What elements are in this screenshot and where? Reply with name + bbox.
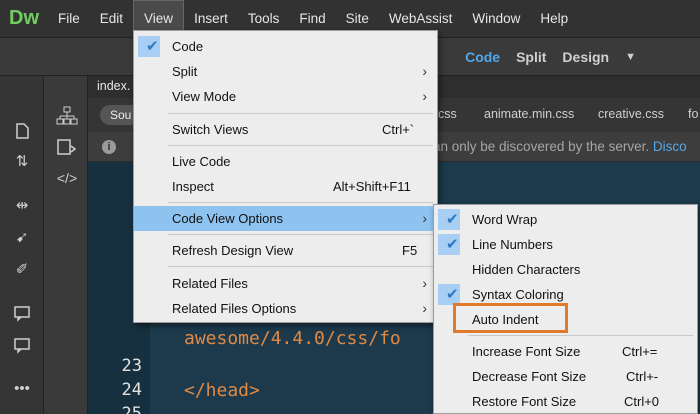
menu-window[interactable]: Window: [462, 0, 530, 38]
checkmark-icon: ✔: [446, 211, 459, 228]
option-decrease-font-size[interactable]: Decrease Font Size Ctrl+-: [434, 364, 697, 389]
view-menu: ✔ Code Split › View Mode › Switch Views …: [133, 30, 438, 323]
view-menu-live-code[interactable]: Live Code: [134, 149, 437, 174]
option-increase-font-size[interactable]: Increase Font Size Ctrl+=: [434, 339, 697, 364]
code-tag-icon[interactable]: </>: [56, 170, 78, 192]
comment-icon[interactable]: [12, 304, 32, 324]
file-tab-fo[interactable]: fo: [688, 107, 698, 121]
view-menu-related-files-options[interactable]: Related Files Options ›: [134, 296, 437, 321]
wand-icon[interactable]: ✐: [12, 260, 32, 280]
menu-shortcut: Alt+Shift+F11: [333, 179, 411, 194]
chevron-right-icon: ›: [422, 300, 427, 316]
menu-item-label: Code View Options: [172, 211, 284, 226]
arrows-icon[interactable]: ⇹: [12, 196, 32, 216]
option-line-numbers[interactable]: ✔ Line Numbers: [434, 232, 697, 257]
line-number: 23: [121, 356, 142, 376]
app-logo: Dw: [9, 7, 39, 29]
menu-separator: [468, 335, 693, 336]
info-link[interactable]: Disco: [653, 139, 687, 154]
info-text: an only be discovered by the server.: [433, 139, 650, 154]
chevron-right-icon: ›: [422, 88, 427, 104]
code-line: </head>: [184, 380, 260, 401]
chevron-right-icon: ›: [422, 210, 427, 226]
select-icon[interactable]: ➹: [12, 228, 32, 248]
menu-item-label: Split: [172, 64, 198, 79]
checkmark-icon: ✔: [146, 38, 159, 55]
menu-edit[interactable]: Edit: [90, 0, 133, 38]
menu-shortcut: Ctrl+`: [382, 122, 415, 137]
view-menu-split[interactable]: Split ›: [134, 59, 437, 84]
view-menu-related-files[interactable]: Related Files ›: [134, 271, 437, 296]
file-tab-creative[interactable]: creative.css: [598, 107, 664, 121]
menu-item-label: Inspect: [172, 179, 214, 194]
file-tab-css[interactable]: css: [438, 107, 457, 121]
menu-item-label: Switch Views: [172, 122, 249, 137]
menu-separator: [168, 234, 433, 235]
menu-item-label: Refresh Design View: [172, 243, 294, 258]
line-number: 25: [121, 404, 142, 414]
view-menu-code[interactable]: ✔ Code: [134, 34, 437, 59]
view-menu-inspect[interactable]: Inspect Alt+Shift+F11: [134, 174, 437, 199]
annotation-highlight-box: [453, 303, 568, 333]
option-restore-font-size[interactable]: Restore Font Size Ctrl+0: [434, 389, 697, 414]
view-menu-code-view-options[interactable]: Code View Options ›: [134, 206, 437, 231]
code-line: awesome/4.4.0/css/fo: [184, 328, 401, 349]
chevron-right-icon: ›: [422, 275, 427, 291]
menu-item-label: Hidden Characters: [472, 262, 581, 277]
dom-tree-icon[interactable]: [56, 106, 78, 128]
menu-separator: [168, 113, 433, 114]
menu-item-label: Restore Font Size: [472, 394, 577, 409]
split-view-button[interactable]: Split: [516, 49, 546, 65]
menu-separator: [168, 145, 433, 146]
menu-separator: [168, 202, 433, 203]
menu-item-label: Related Files Options: [172, 301, 297, 316]
file-icon[interactable]: [12, 122, 32, 142]
tool-rail: ⇅ ⇹ ➹ ✐ •••: [0, 76, 44, 414]
menu-help[interactable]: Help: [530, 0, 578, 38]
more-icon[interactable]: •••: [12, 380, 32, 400]
view-menu-refresh-design[interactable]: Refresh Design View F5: [134, 238, 437, 263]
chevron-right-icon: ›: [422, 63, 427, 79]
menu-item-label: Live Code: [172, 154, 231, 169]
info-icon: i: [102, 140, 116, 154]
menu-item-label: Code: [172, 39, 204, 54]
comment-tag-icon[interactable]: [12, 336, 32, 356]
menu-shortcut: F5: [402, 243, 418, 258]
menu-file[interactable]: File: [48, 0, 90, 38]
menu-item-label: View Mode: [172, 89, 237, 104]
view-switcher: Code Split Design ▼: [465, 38, 636, 76]
code-view-button[interactable]: Code: [465, 49, 500, 65]
design-view-button[interactable]: Design: [562, 49, 609, 65]
menu-item-label: Increase Font Size: [472, 344, 581, 359]
menu-item-label: Decrease Font Size: [472, 369, 587, 384]
document-name: index.: [97, 79, 131, 93]
file-tab-animate[interactable]: animate.min.css: [484, 107, 574, 121]
menu-item-label: Word Wrap: [472, 212, 538, 227]
panel-rail: </>: [44, 76, 88, 414]
option-word-wrap[interactable]: ✔ Word Wrap: [434, 207, 697, 232]
checkmark-icon: ✔: [446, 236, 459, 253]
chevron-down-icon[interactable]: ▼: [625, 51, 636, 63]
file-transfer-icon[interactable]: ⇅: [12, 152, 32, 172]
view-menu-switch-views[interactable]: Switch Views Ctrl+`: [134, 117, 437, 142]
line-number: 24: [121, 380, 142, 400]
menu-shortcut: Ctrl+=: [622, 344, 658, 359]
view-menu-view-mode[interactable]: View Mode ›: [134, 84, 437, 109]
menu-item-label: Line Numbers: [472, 237, 553, 252]
menu-shortcut: Ctrl+-: [626, 369, 659, 384]
option-hidden-characters[interactable]: Hidden Characters: [434, 257, 697, 282]
menu-item-label: Related Files: [172, 276, 248, 291]
menu-separator: [168, 266, 433, 267]
css-designer-icon[interactable]: [56, 138, 78, 160]
menu-shortcut: Ctrl+0: [624, 394, 660, 409]
